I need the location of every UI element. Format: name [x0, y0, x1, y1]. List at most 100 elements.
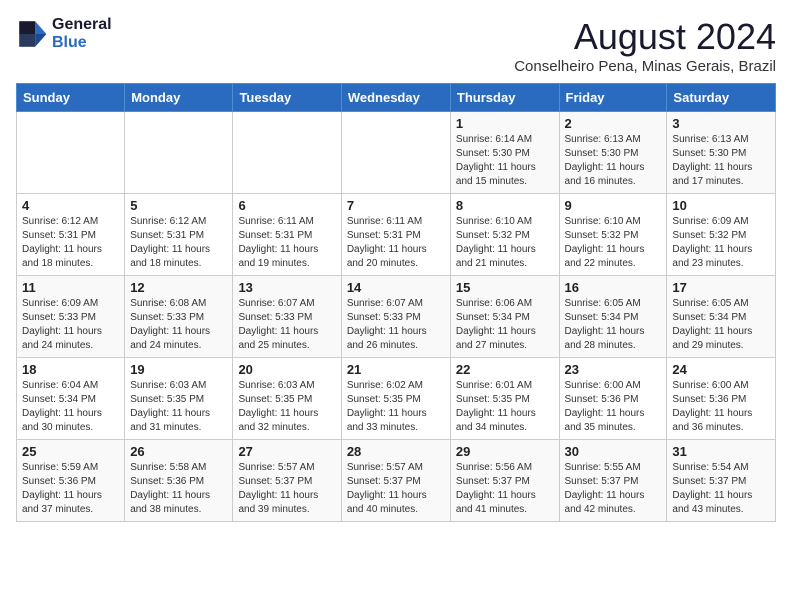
table-cell: 2 Sunrise: 6:13 AM Sunset: 5:30 PM Daylig…	[559, 112, 667, 194]
day-info: Sunrise: 5:56 AM Sunset: 5:37 PM Dayligh…	[456, 461, 554, 517]
table-cell	[341, 112, 450, 194]
table-cell: 26Sunrise: 5:58 AM Sunset: 5:36 PM Dayli…	[125, 440, 233, 522]
day-number: 10	[672, 198, 770, 213]
table-cell: 20 Sunrise: 6:03 AM Sunset: 5:35 PM Dayli…	[233, 358, 341, 440]
month-year-title: August 2024	[514, 16, 776, 58]
day-info: Sunrise: 6:14 AM Sunset: 5:30 PM Dayligh…	[456, 133, 554, 189]
day-number: 1	[456, 116, 554, 131]
table-cell: 7 Sunrise: 6:11 AM Sunset: 5:31 PM Daylig…	[341, 194, 450, 276]
day-info: Sunrise: 6:10 AM Sunset: 5:32 PM Dayligh…	[565, 215, 662, 271]
day-info: Sunrise: 6:00 AM Sunset: 5:36 PM Dayligh…	[672, 379, 770, 435]
day-number: 3	[672, 116, 770, 131]
week-row-4: 18Sunrise: 6:04 AM Sunset: 5:34 PM Dayli…	[17, 358, 776, 440]
day-number: 6	[238, 198, 335, 213]
day-info: Sunrise: 6:10 AM Sunset: 5:32 PM Dayligh…	[456, 215, 554, 271]
day-info: Sunrise: 6:09 AM Sunset: 5:33 PM Dayligh…	[22, 297, 119, 353]
day-info: Sunrise: 6:09 AM Sunset: 5:32 PM Dayligh…	[672, 215, 770, 271]
day-number: 31	[672, 444, 770, 459]
week-row-1: 1 Sunrise: 6:14 AM Sunset: 5:30 PM Daylig…	[17, 112, 776, 194]
calendar-table: Sunday Monday Tuesday Wednesday Thursday…	[16, 83, 776, 522]
table-cell	[17, 112, 125, 194]
day-number: 20	[238, 362, 335, 377]
header-friday: Friday	[559, 84, 667, 112]
day-number: 4	[22, 198, 119, 213]
day-number: 8	[456, 198, 554, 213]
day-info: Sunrise: 5:54 AM Sunset: 5:37 PM Dayligh…	[672, 461, 770, 517]
table-cell: 21 Sunrise: 6:02 AM Sunset: 5:35 PM Dayli…	[341, 358, 450, 440]
calendar-header-row: Sunday Monday Tuesday Wednesday Thursday…	[17, 84, 776, 112]
header-saturday: Saturday	[667, 84, 776, 112]
table-cell: 28Sunrise: 5:57 AM Sunset: 5:37 PM Dayli…	[341, 440, 450, 522]
table-cell: 17Sunrise: 6:05 AM Sunset: 5:34 PM Dayli…	[667, 276, 776, 358]
logo: General Blue	[16, 16, 112, 52]
day-number: 19	[130, 362, 227, 377]
day-number: 13	[238, 280, 335, 295]
table-cell: 19 Sunrise: 6:03 AM Sunset: 5:35 PM Dayli…	[125, 358, 233, 440]
day-info: Sunrise: 6:04 AM Sunset: 5:34 PM Dayligh…	[22, 379, 119, 435]
week-row-2: 4 Sunrise: 6:12 AM Sunset: 5:31 PM Daylig…	[17, 194, 776, 276]
day-number: 21	[347, 362, 445, 377]
day-number: 22	[456, 362, 554, 377]
week-row-3: 11Sunrise: 6:09 AM Sunset: 5:33 PM Dayli…	[17, 276, 776, 358]
header-wednesday: Wednesday	[341, 84, 450, 112]
table-cell: 25 Sunrise: 5:59 AM Sunset: 5:36 PM Dayli…	[17, 440, 125, 522]
day-number: 17	[672, 280, 770, 295]
day-number: 5	[130, 198, 227, 213]
logo-text: General Blue	[52, 16, 112, 52]
day-info: Sunrise: 6:13 AM Sunset: 5:30 PM Dayligh…	[565, 133, 662, 189]
table-cell: 14 Sunrise: 6:07 AM Sunset: 5:33 PM Dayli…	[341, 276, 450, 358]
day-info: Sunrise: 6:05 AM Sunset: 5:34 PM Dayligh…	[565, 297, 662, 353]
day-number: 29	[456, 444, 554, 459]
week-row-5: 25 Sunrise: 5:59 AM Sunset: 5:36 PM Dayli…	[17, 440, 776, 522]
day-info: Sunrise: 6:11 AM Sunset: 5:31 PM Dayligh…	[347, 215, 445, 271]
table-cell: 22 Sunrise: 6:01 AM Sunset: 5:35 PM Dayli…	[450, 358, 559, 440]
day-number: 23	[565, 362, 662, 377]
day-info: Sunrise: 6:12 AM Sunset: 5:31 PM Dayligh…	[130, 215, 227, 271]
page-header: General Blue August 2024 Conselheiro Pen…	[16, 16, 776, 75]
table-cell: 16 Sunrise: 6:05 AM Sunset: 5:34 PM Dayli…	[559, 276, 667, 358]
table-cell: 5 Sunrise: 6:12 AM Sunset: 5:31 PM Daylig…	[125, 194, 233, 276]
table-cell: 8 Sunrise: 6:10 AM Sunset: 5:32 PM Daylig…	[450, 194, 559, 276]
day-number: 16	[565, 280, 662, 295]
table-cell	[125, 112, 233, 194]
table-cell: 15Sunrise: 6:06 AM Sunset: 5:34 PM Dayli…	[450, 276, 559, 358]
table-cell: 9Sunrise: 6:10 AM Sunset: 5:32 PM Daylig…	[559, 194, 667, 276]
table-cell: 3Sunrise: 6:13 AM Sunset: 5:30 PM Daylig…	[667, 112, 776, 194]
title-block: August 2024 Conselheiro Pena, Minas Gera…	[514, 16, 776, 75]
location-subtitle: Conselheiro Pena, Minas Gerais, Brazil	[514, 58, 776, 75]
day-info: Sunrise: 6:12 AM Sunset: 5:31 PM Dayligh…	[22, 215, 119, 271]
table-cell: 12Sunrise: 6:08 AM Sunset: 5:33 PM Dayli…	[125, 276, 233, 358]
day-info: Sunrise: 5:58 AM Sunset: 5:36 PM Dayligh…	[130, 461, 227, 517]
day-info: Sunrise: 6:03 AM Sunset: 5:35 PM Dayligh…	[130, 379, 227, 435]
table-cell: 1 Sunrise: 6:14 AM Sunset: 5:30 PM Daylig…	[450, 112, 559, 194]
day-number: 25	[22, 444, 119, 459]
logo-icon	[16, 18, 48, 50]
day-number: 2	[565, 116, 662, 131]
day-number: 7	[347, 198, 445, 213]
day-info: Sunrise: 6:02 AM Sunset: 5:35 PM Dayligh…	[347, 379, 445, 435]
day-info: Sunrise: 6:03 AM Sunset: 5:35 PM Dayligh…	[238, 379, 335, 435]
day-number: 12	[130, 280, 227, 295]
header-monday: Monday	[125, 84, 233, 112]
day-number: 15	[456, 280, 554, 295]
day-info: Sunrise: 5:59 AM Sunset: 5:36 PM Dayligh…	[22, 461, 119, 517]
table-cell: 4 Sunrise: 6:12 AM Sunset: 5:31 PM Daylig…	[17, 194, 125, 276]
table-cell: 6Sunrise: 6:11 AM Sunset: 5:31 PM Daylig…	[233, 194, 341, 276]
day-info: Sunrise: 5:55 AM Sunset: 5:37 PM Dayligh…	[565, 461, 662, 517]
day-number: 30	[565, 444, 662, 459]
table-cell: 23 Sunrise: 6:00 AM Sunset: 5:36 PM Dayli…	[559, 358, 667, 440]
table-cell: 11Sunrise: 6:09 AM Sunset: 5:33 PM Dayli…	[17, 276, 125, 358]
header-tuesday: Tuesday	[233, 84, 341, 112]
header-thursday: Thursday	[450, 84, 559, 112]
table-cell: 10 Sunrise: 6:09 AM Sunset: 5:32 PM Dayli…	[667, 194, 776, 276]
table-cell: 27 Sunrise: 5:57 AM Sunset: 5:37 PM Dayli…	[233, 440, 341, 522]
table-cell: 31 Sunrise: 5:54 AM Sunset: 5:37 PM Dayli…	[667, 440, 776, 522]
day-number: 27	[238, 444, 335, 459]
day-info: Sunrise: 6:01 AM Sunset: 5:35 PM Dayligh…	[456, 379, 554, 435]
day-info: Sunrise: 5:57 AM Sunset: 5:37 PM Dayligh…	[238, 461, 335, 517]
table-cell: 13Sunrise: 6:07 AM Sunset: 5:33 PM Dayli…	[233, 276, 341, 358]
day-info: Sunrise: 6:00 AM Sunset: 5:36 PM Dayligh…	[565, 379, 662, 435]
table-cell: 18Sunrise: 6:04 AM Sunset: 5:34 PM Dayli…	[17, 358, 125, 440]
day-number: 14	[347, 280, 445, 295]
day-info: Sunrise: 6:07 AM Sunset: 5:33 PM Dayligh…	[347, 297, 445, 353]
